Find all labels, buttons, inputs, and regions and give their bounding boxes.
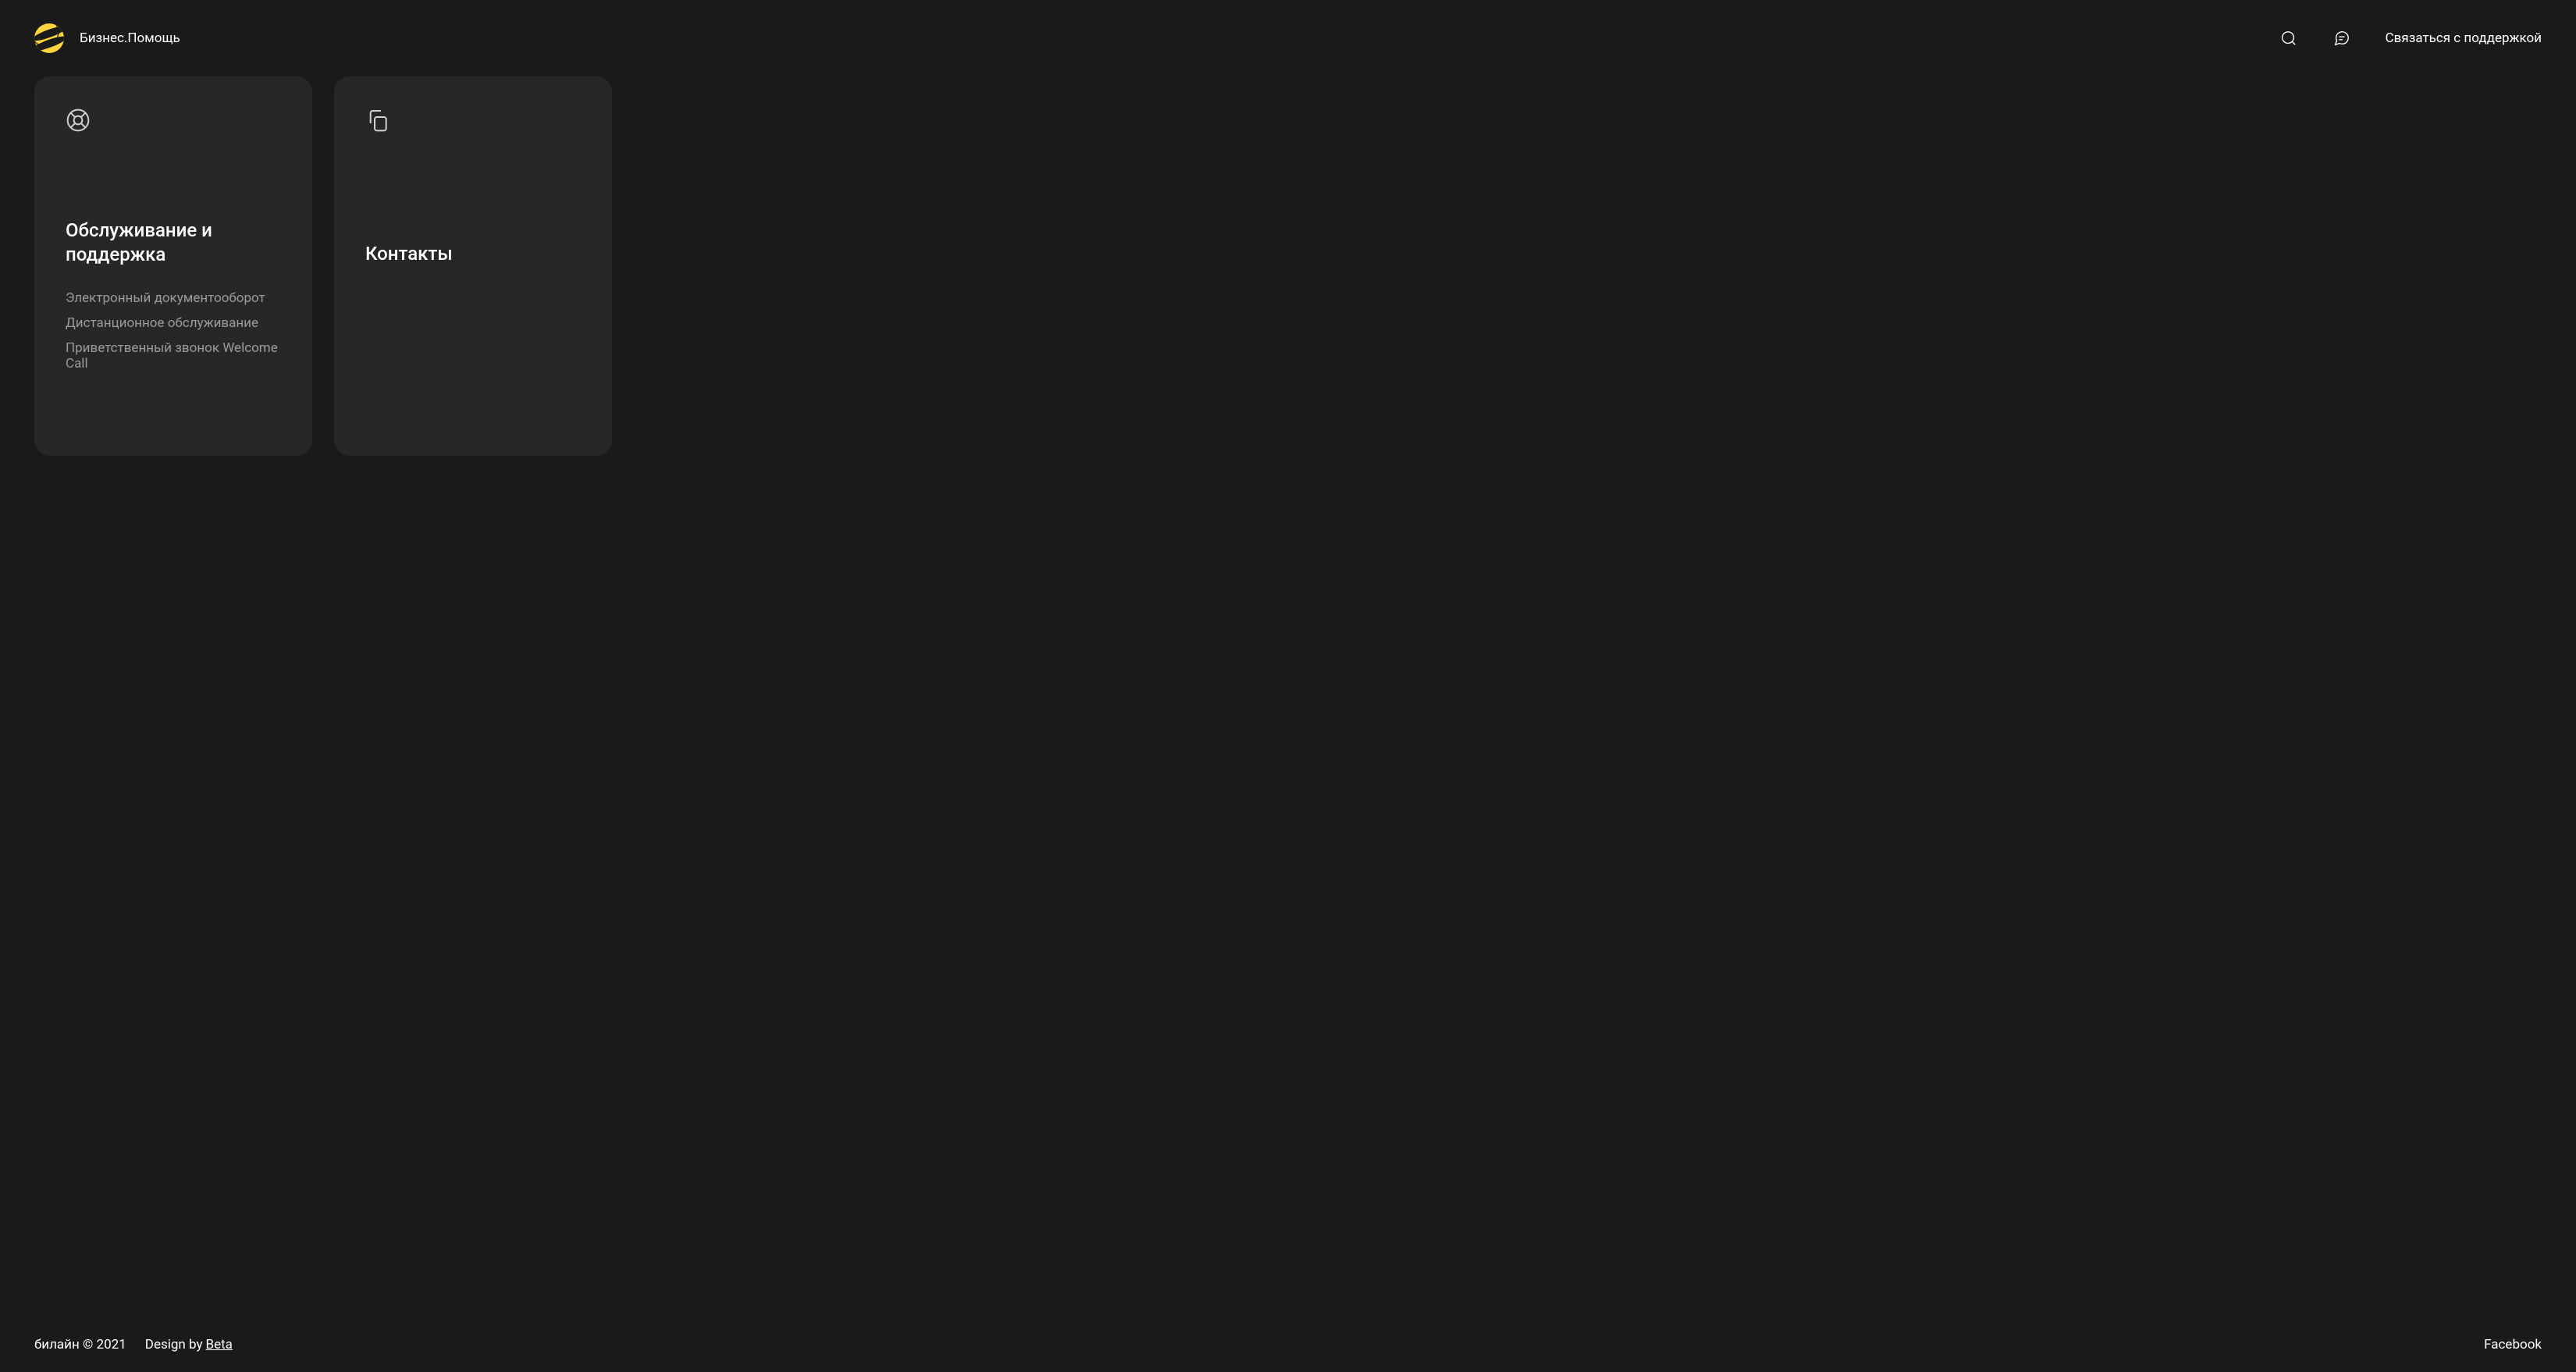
chat-icon: [2333, 30, 2350, 47]
copy-icon: [365, 108, 390, 133]
header: Бизнес.Помощь Связаться с поддержкой: [0, 0, 2576, 76]
card-link-remote[interactable]: Дистанционное обслуживание: [66, 315, 281, 331]
card-links-service: Электронный документооборот Дистанционно…: [66, 290, 281, 371]
card-link-welcome[interactable]: Приветственный звонок Welcome Call: [66, 340, 281, 371]
support-link[interactable]: Связаться с поддержкой: [2386, 30, 2542, 46]
header-left: Бизнес.Помощь: [34, 23, 180, 53]
card-title-service: Обслуживание и поддержка: [66, 219, 281, 267]
footer-social-facebook[interactable]: Facebook: [2484, 1337, 2542, 1352]
main-content: Обслуживание и поддержка Электронный док…: [0, 76, 2576, 1317]
header-right: Связаться с поддержкой: [2279, 29, 2542, 48]
brand-title[interactable]: Бизнес.Помощь: [80, 30, 180, 46]
beeline-logo[interactable]: [34, 23, 64, 53]
footer-left: билайн © 2021 Design by Beta: [34, 1337, 233, 1352]
card-contacts[interactable]: Контакты: [334, 76, 612, 456]
search-icon: [2280, 30, 2297, 47]
footer-copyright: билайн © 2021: [34, 1337, 126, 1352]
card-link-edoc[interactable]: Электронный документооборот: [66, 290, 281, 306]
lifebuoy-icon: [66, 108, 91, 133]
footer-design: Design by Beta: [145, 1337, 233, 1352]
card-service-support[interactable]: Обслуживание и поддержка Электронный док…: [34, 76, 312, 456]
footer-design-link[interactable]: Beta: [206, 1337, 233, 1352]
chat-button[interactable]: [2332, 29, 2351, 48]
search-button[interactable]: [2279, 29, 2298, 48]
card-title-contacts: Контакты: [365, 242, 581, 266]
footer-design-prefix: Design by: [145, 1337, 203, 1352]
footer: билайн © 2021 Design by Beta Facebook: [0, 1317, 2576, 1372]
